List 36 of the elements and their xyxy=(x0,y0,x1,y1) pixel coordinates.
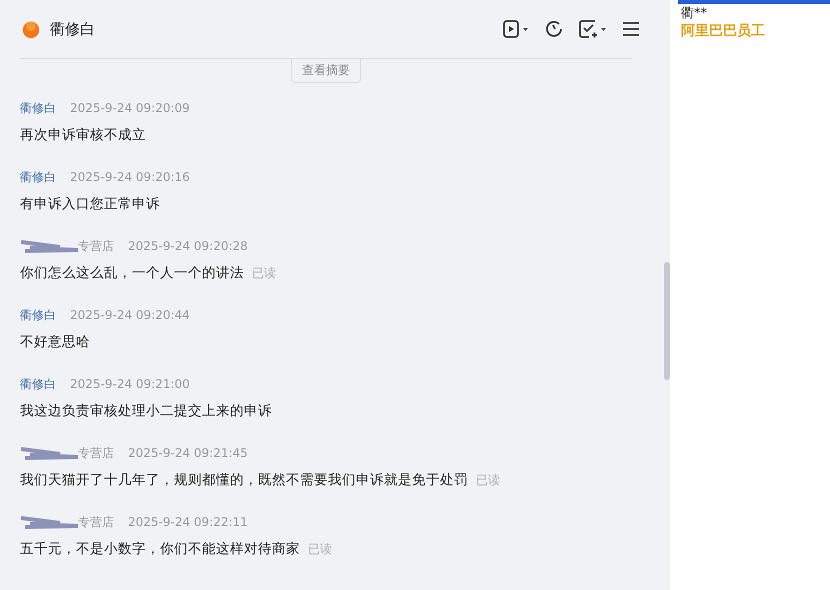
menu-icon[interactable] xyxy=(622,20,640,38)
message-text: 五千元，不是小数字，你们不能这样对待商家 xyxy=(20,540,300,558)
message-time: 2025-9-24 09:22:11 xyxy=(128,515,248,529)
message-time: 2025-9-24 09:20:44 xyxy=(70,308,190,322)
redaction-scribble xyxy=(20,239,80,253)
role-label: 阿里巴巴员工 xyxy=(681,22,766,40)
refresh-icon[interactable] xyxy=(544,19,564,39)
message-text: 我这边负责审核处理小二提交上来的申诉 xyxy=(20,402,272,420)
redaction-scribble xyxy=(20,446,80,460)
task-add-icon[interactable] xyxy=(578,19,608,39)
message-text: 不好意思哈 xyxy=(20,333,90,351)
message-time: 2025-9-24 09:20:16 xyxy=(70,170,190,184)
video-icon[interactable] xyxy=(502,19,530,39)
sender-name: 衢修白 xyxy=(20,306,56,324)
message-time: 2025-9-24 09:21:00 xyxy=(70,377,190,391)
read-receipt: 已读 xyxy=(308,541,332,558)
message-text: 你们怎么这么乱，一个人一个的讲法 xyxy=(20,264,244,282)
sender-name: 专营店 xyxy=(78,444,114,462)
redaction-scribble xyxy=(20,515,80,529)
scrollbar-thumb[interactable] xyxy=(664,262,670,380)
read-receipt: 已读 xyxy=(252,265,276,282)
summary-button[interactable]: 查看摘要 xyxy=(291,59,361,83)
chat-title: 衢修白 xyxy=(50,20,95,38)
sender-name: 衢修白 xyxy=(20,100,56,116)
message-time: 2025-9-24 09:20:28 xyxy=(128,239,248,253)
message-text: 我们天猫开了十几年了，规则都懂的，既然不需要我们申诉就是免于处罚 xyxy=(20,471,468,489)
contact-name: 衢** xyxy=(681,5,708,22)
message-time: 2025-9-24 09:21:45 xyxy=(128,446,248,460)
message-text: 再次申诉审核不成立 xyxy=(20,126,146,144)
sender-name: 衢修白 xyxy=(20,376,56,392)
sender-name: 专营店 xyxy=(78,238,114,254)
read-receipt: 已读 xyxy=(476,472,500,489)
message-text: 有申诉入口您正常申诉 xyxy=(20,195,160,213)
message-time: 2025-9-24 09:20:09 xyxy=(70,101,190,115)
sender-name: 专营店 xyxy=(78,514,114,530)
sender-name: 衢修白 xyxy=(20,168,56,186)
